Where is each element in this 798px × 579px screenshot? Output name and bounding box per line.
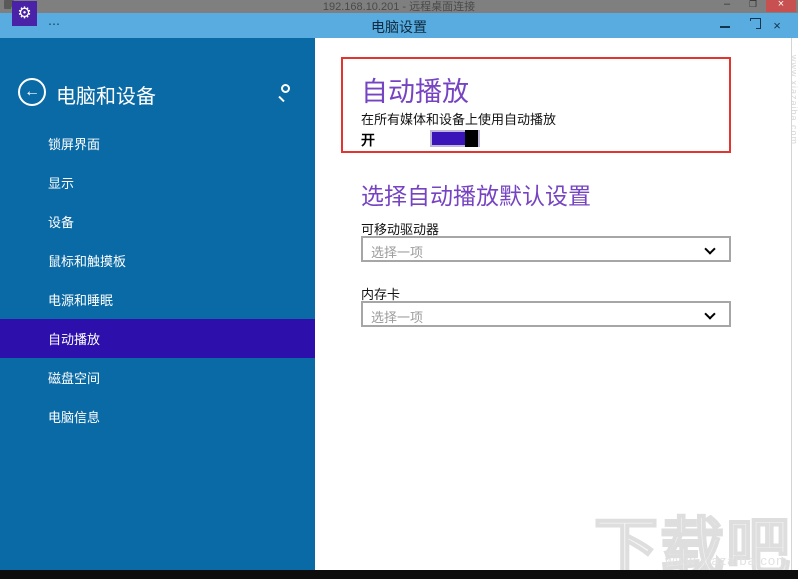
- side-watermark-url: www.xiazaiba.com: [789, 55, 798, 145]
- search-icon[interactable]: [277, 84, 293, 100]
- toggle-thumb[interactable]: [465, 130, 478, 147]
- sidebar-item-mouse-touchpad[interactable]: 鼠标和触摸板: [0, 241, 315, 280]
- memory-card-dropdown[interactable]: 选择一项: [361, 301, 731, 327]
- minimize-icon: [720, 26, 730, 28]
- autoplay-toggle-label: 在所有媒体和设备上使用自动播放: [361, 109, 556, 128]
- search-lens: [281, 84, 290, 93]
- autoplay-defaults-heading: 选择自动播放默认设置: [361, 177, 591, 211]
- sidebar-item-label: 电脑信息: [48, 407, 100, 426]
- sidebar-item-display[interactable]: 显示: [0, 163, 315, 202]
- rdp-minimize-button[interactable]: –: [714, 0, 740, 12]
- settings-minimize-button[interactable]: [712, 18, 738, 33]
- back-arrow-icon: ←: [24, 83, 40, 100]
- autoplay-toggle-switch[interactable]: [430, 130, 480, 147]
- rdp-maximize-button[interactable]: ❐: [740, 0, 766, 12]
- gear-icon: ⚙: [17, 6, 31, 22]
- rdp-title-bar: 192.168.10.201 - 远程桌面连接 – ❐ ×: [0, 0, 798, 13]
- autoplay-heading: 自动播放: [361, 70, 469, 109]
- sidebar-item-label: 锁屏界面: [48, 134, 100, 153]
- sidebar-header: ← 电脑和设备: [0, 70, 315, 120]
- settings-close-button[interactable]: ×: [764, 18, 790, 33]
- dropdown-selected-value: 选择一项: [371, 307, 423, 326]
- sidebar-item-label: 鼠标和触摸板: [48, 251, 126, 270]
- chevron-down-icon: [704, 243, 715, 254]
- remote-desktop-screen: 192.168.10.201 - 远程桌面连接 – ❐ × ⋯ 电脑设置 × ⚙…: [0, 0, 798, 579]
- pc-settings-app-icon: ⚙: [12, 1, 37, 26]
- sidebar-item-label: 自动播放: [48, 329, 100, 348]
- sidebar-item-label: 设备: [48, 212, 74, 231]
- rdp-window-controls: – ❐ ×: [714, 0, 796, 12]
- sidebar-item-list: 锁屏界面 显示 设备 鼠标和触摸板 电源和睡眠 自动播放 磁盘空间 电脑信息: [0, 124, 315, 436]
- rdp-title: 192.168.10.201 - 远程桌面连接: [0, 0, 798, 14]
- sidebar-section-title: 电脑和设备: [56, 80, 156, 109]
- sidebar-item-devices[interactable]: 设备: [0, 202, 315, 241]
- chevron-down-icon: [704, 308, 715, 319]
- sidebar-item-power-sleep[interactable]: 电源和睡眠: [0, 280, 315, 319]
- settings-sidebar: ← 电脑和设备 锁屏界面 显示 设备 鼠标和触摸板 电源和睡眠 自动播放 磁盘空…: [0, 38, 315, 570]
- sidebar-item-label: 磁盘空间: [48, 368, 100, 387]
- settings-content-panel: 自动播放 在所有媒体和设备上使用自动播放 开 选择自动播放默认设置 可移动驱动器…: [315, 38, 798, 570]
- xiazaiba-watermark-url: www.xiazaiba.com: [665, 553, 788, 568]
- sidebar-item-lock-screen[interactable]: 锁屏界面: [0, 124, 315, 163]
- restore-icon: [747, 21, 756, 30]
- rdp-close-button[interactable]: ×: [766, 0, 796, 12]
- sidebar-item-label: 电源和睡眠: [48, 290, 113, 309]
- dropdown-selected-value: 选择一项: [371, 242, 423, 261]
- sidebar-item-disk-space[interactable]: 磁盘空间: [0, 358, 315, 397]
- sidebar-item-label: 显示: [48, 173, 74, 192]
- sidebar-item-autoplay[interactable]: 自动播放: [0, 319, 315, 358]
- sidebar-item-pc-info[interactable]: 电脑信息: [0, 397, 315, 436]
- settings-restore-button[interactable]: [738, 18, 764, 33]
- back-button[interactable]: ←: [18, 78, 46, 106]
- search-handle: [278, 96, 284, 102]
- pc-settings-window-title: 电脑设置: [0, 17, 798, 37]
- removable-drive-dropdown[interactable]: 选择一项: [361, 236, 731, 262]
- autoplay-toggle-state: 开: [361, 130, 375, 150]
- pc-settings-title-bar: ⋯ 电脑设置 ×: [0, 13, 798, 38]
- pc-settings-window-controls: ×: [712, 13, 790, 38]
- bottom-black-bar: [0, 570, 798, 579]
